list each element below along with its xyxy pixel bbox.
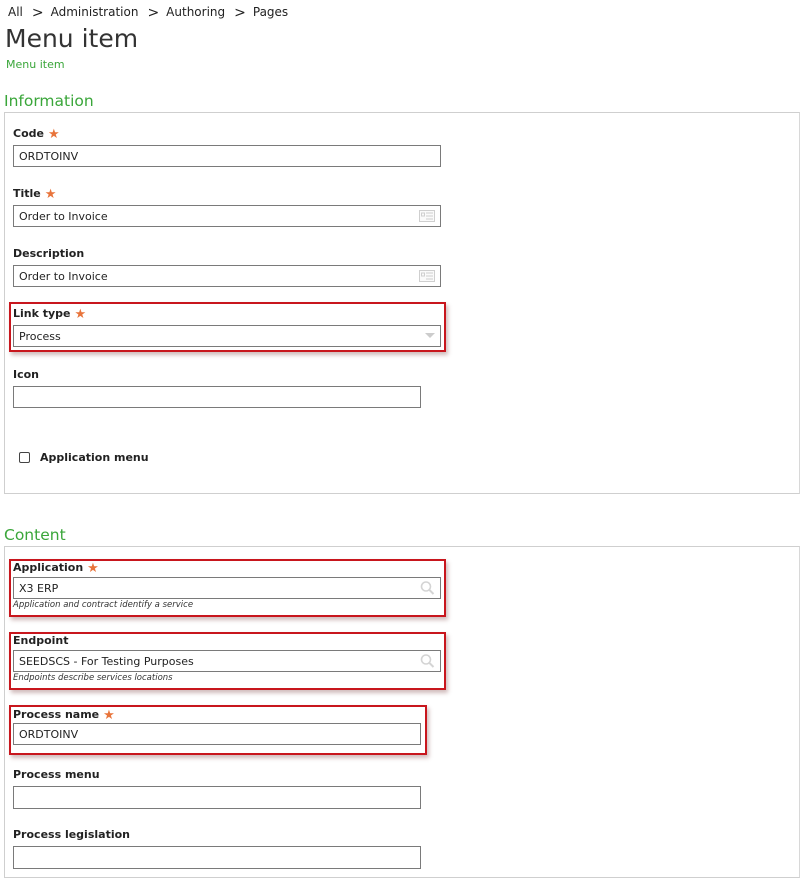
endpoint-hint: Endpoints describe services locations (13, 673, 173, 683)
field-process-legislation: Process legislation (13, 827, 421, 869)
breadcrumb-item-authoring[interactable]: Authoring (166, 5, 225, 19)
search-icon[interactable] (420, 654, 435, 669)
page-title: Menu item (5, 24, 139, 53)
breadcrumb-item-pages[interactable]: Pages (253, 5, 288, 19)
code-input[interactable]: ORDTOINV (13, 145, 441, 167)
endpoint-input[interactable]: SEEDSCS - For Testing Purposes (13, 650, 441, 672)
field-application: Application ★ X3 ERP Application and con… (13, 560, 441, 610)
required-star-icon: ★ (44, 186, 57, 202)
section-information (4, 112, 800, 494)
field-label: Link type ★ (13, 306, 87, 322)
field-description: Description Order to Invoice (13, 246, 441, 287)
search-icon[interactable] (420, 581, 435, 596)
breadcrumb-item-administration[interactable]: Administration (51, 5, 139, 19)
application-hint: Application and contract identify a serv… (13, 600, 194, 610)
field-process-menu: Process menu (13, 767, 421, 809)
title-input[interactable]: Order to Invoice (13, 205, 441, 227)
process-name-input[interactable]: ORDTOINV (13, 723, 421, 745)
process-legislation-input[interactable] (13, 846, 421, 869)
field-label: Process name ★ (13, 707, 115, 723)
translate-icon[interactable] (419, 210, 435, 222)
link-type-select[interactable]: Process (13, 325, 441, 347)
field-icon: Icon (13, 367, 421, 408)
application-menu-checkbox[interactable] (19, 451, 30, 463)
field-label: Process legislation (13, 827, 130, 841)
field-code: Code ★ ORDTOINV (13, 126, 441, 167)
description-input[interactable]: Order to Invoice (13, 265, 441, 287)
field-label: Code ★ (13, 126, 60, 142)
section-title-information: Information (4, 92, 94, 110)
field-label: Application ★ (13, 560, 99, 576)
field-title: Title ★ Order to Invoice (13, 186, 441, 227)
dropdown-arrow-icon[interactable] (425, 333, 435, 339)
breadcrumb-item-all[interactable]: All (8, 5, 23, 19)
field-label: Endpoint (13, 633, 69, 647)
required-star-icon: ★ (103, 707, 115, 723)
application-menu-label[interactable]: Application menu (40, 450, 149, 464)
field-application-menu: Application menu (19, 450, 149, 464)
field-label: Process menu (13, 767, 100, 781)
section-title-content: Content (4, 526, 66, 544)
breadcrumb-separator-icon: > (31, 5, 44, 21)
field-label: Description (13, 246, 85, 260)
required-star-icon: ★ (47, 126, 60, 142)
icon-input[interactable] (13, 386, 421, 408)
field-link-type: Link type ★ Process (13, 306, 441, 347)
page-subtitle: Menu item (6, 58, 65, 71)
field-label: Icon (13, 367, 40, 381)
application-input[interactable]: X3 ERP (13, 577, 441, 599)
field-process-name: Process name ★ ORDTOINV (13, 707, 421, 745)
translate-icon[interactable] (419, 270, 435, 282)
breadcrumb-separator-icon: > (147, 5, 160, 21)
required-star-icon: ★ (74, 306, 87, 322)
breadcrumb-separator-icon: > (234, 5, 246, 21)
breadcrumb: All > Administration > Authoring > Pages (8, 4, 288, 21)
required-star-icon: ★ (87, 560, 99, 576)
process-menu-input[interactable] (13, 786, 421, 809)
field-endpoint: Endpoint SEEDSCS - For Testing Purposes … (13, 633, 441, 683)
field-label: Title ★ (13, 186, 57, 202)
